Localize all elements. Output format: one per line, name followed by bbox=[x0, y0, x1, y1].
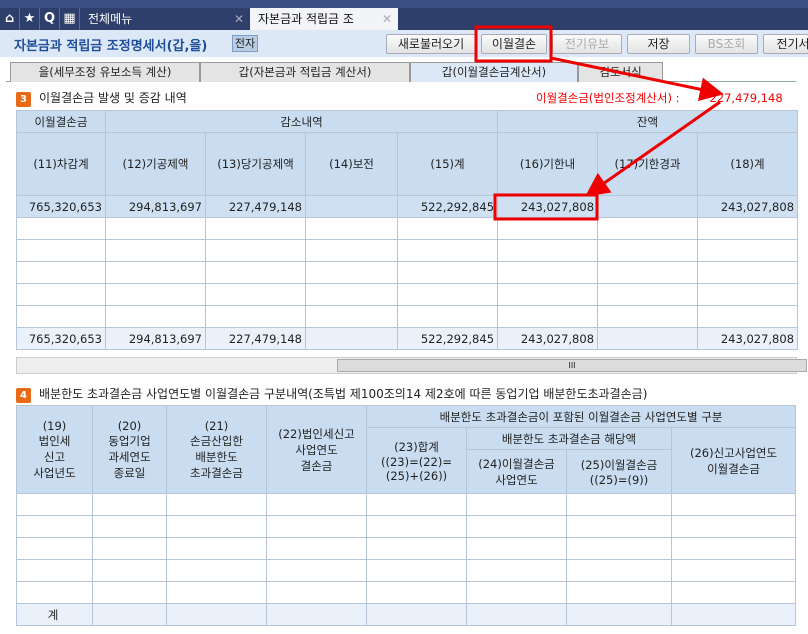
annotation-overlay bbox=[474, 25, 724, 221]
arrow-to-reference bbox=[550, 56, 724, 102]
highlight-box-button bbox=[474, 25, 553, 63]
arrow-to-cell bbox=[585, 100, 721, 197]
highlight-box-cell bbox=[493, 193, 599, 221]
